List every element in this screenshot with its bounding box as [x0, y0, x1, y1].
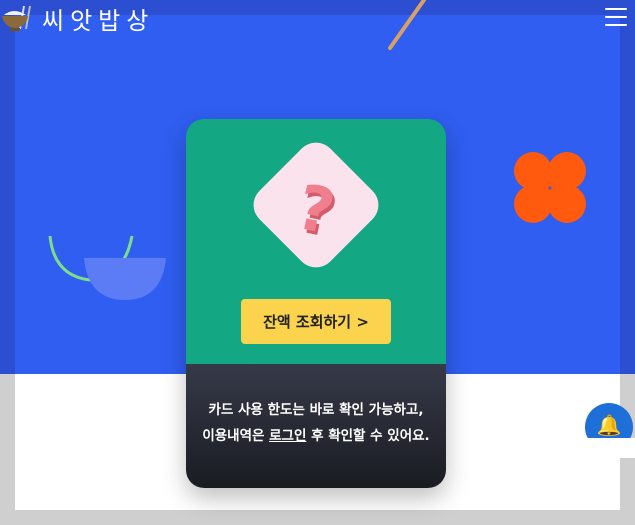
left-margin: [0, 15, 15, 374]
card-info-text: 카드 사용 한도는 바로 확인 가능하고, 이용내역은 로그인 후 확인할 수 …: [186, 397, 446, 449]
bell-icon: 🔔: [596, 413, 622, 437]
chopstick-decoration: [388, 0, 426, 50]
login-link[interactable]: 로그인: [269, 428, 306, 444]
rice-bowl-chopsticks-icon: [2, 5, 31, 31]
balance-card: ? 잔액 조회하기 > 카드 사용 한도는 바로 확인 가능하고, 이용내역은 …: [186, 119, 446, 488]
hamburger-menu-icon[interactable]: [605, 8, 627, 26]
brand-logo[interactable]: 씨앗밥상: [0, 2, 155, 35]
brand-name: 씨앗밥상: [42, 6, 155, 35]
info-line-2-suffix: 후 확인할 수 있어요.: [306, 428, 430, 444]
bowl-decoration: [48, 235, 166, 300]
info-line-1: 카드 사용 한도는 바로 확인 가능하고,: [208, 402, 424, 418]
lower-section-overlay: [580, 438, 635, 458]
info-line-2-prefix: 이용내역은: [202, 428, 270, 444]
flower-decoration: [514, 152, 586, 223]
info-line-2: 이용내역은 로그인 후 확인할 수 있어요.: [186, 423, 446, 449]
balance-inquiry-button[interactable]: 잔액 조회하기 >: [241, 299, 391, 344]
right-margin: [620, 15, 635, 374]
